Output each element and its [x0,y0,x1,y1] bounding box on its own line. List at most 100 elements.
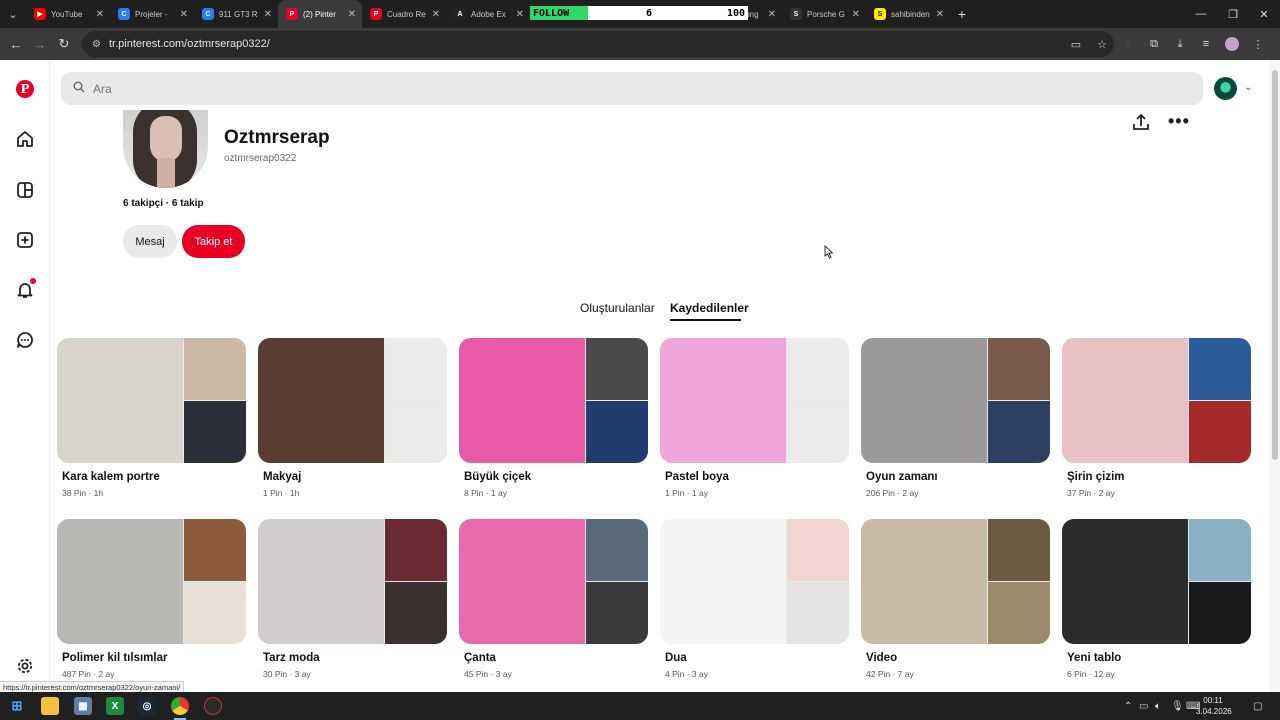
more-options-icon[interactable]: ••• [1168,112,1192,130]
board-title[interactable]: Tarz moda [263,652,447,664]
board-title[interactable]: Çanta [464,652,648,664]
board-card[interactable]: Video 42 Pin · 7 ay [861,519,1050,679]
messages-icon[interactable] [13,328,37,352]
board-cover[interactable] [861,338,1050,463]
browser-tab[interactable]: C 911 GT3 R ✕ [194,0,278,28]
board-card[interactable]: Büyük çiçek 8 Pin · 1 ay [459,338,648,498]
close-tab-icon[interactable]: ✕ [96,9,104,20]
browser-tab[interactable]: Ssahibinden ✕ [866,0,950,28]
browser-tab[interactable]: A Adobe Ex ✕ [446,0,530,28]
create-icon[interactable] [13,228,37,252]
reload-icon[interactable]: ↻ [52,32,76,56]
board-cover[interactable] [1062,338,1251,463]
board-title[interactable]: Pastel boya [665,471,849,483]
close-tab-icon[interactable]: ✕ [936,9,944,20]
board-cover[interactable] [1062,519,1251,644]
close-tab-icon[interactable]: ✕ [516,9,524,20]
board-title[interactable]: Yeni tablo [1067,652,1251,664]
follow-counts[interactable]: 6 takipçi · 6 takip [123,198,204,209]
board-title[interactable]: Polimer kil tılsımlar [62,652,246,664]
calculator-icon[interactable]: ▦ [74,697,92,715]
board-card[interactable]: Dua 4 Pin · 3 ay [660,519,849,679]
board-cover[interactable] [258,519,447,644]
browser-tab[interactable]: P Cuadro Re ✕ [362,0,446,28]
app-icon[interactable] [204,697,222,715]
share-icon[interactable] [1131,113,1151,131]
tab-search-icon[interactable]: ⌄ [0,0,26,28]
forward-icon[interactable]: → [28,32,52,56]
extensions-puzzle-icon[interactable]: ⧉ [1144,34,1164,54]
profile-avatar-icon[interactable] [1222,34,1242,54]
board-cover[interactable] [660,519,849,644]
board-cover[interactable] [459,519,648,644]
settings-gear-icon[interactable] [13,654,37,678]
browser-menu-icon[interactable]: ⋮ [1248,34,1268,54]
tab-created[interactable]: Oluşturulanlar [580,301,655,315]
account-avatar[interactable] [1214,77,1237,100]
volume-icon[interactable]: 🔈︎ [1155,692,1161,720]
chevron-down-icon[interactable]: ⌄ [1244,82,1252,93]
board-cover[interactable] [861,519,1050,644]
extension-icon[interactable]: ◌ [1118,34,1138,54]
board-card[interactable]: Pastel boya 1 Pin · 1 ay [660,338,849,498]
board-cover[interactable] [459,338,648,463]
close-tab-icon[interactable]: ✕ [852,9,860,20]
microphone-icon[interactable]: 🎙︎ [1171,692,1184,720]
board-title[interactable]: Dua [665,652,849,664]
board-title[interactable]: Kara kalem portre [62,471,246,483]
close-tab-icon[interactable]: ✕ [264,9,272,20]
new-tab-button[interactable]: + [950,6,974,22]
restore-icon[interactable]: ❐ [1217,0,1249,28]
board-cover[interactable] [258,338,447,463]
site-info-icon[interactable]: ⚙ [92,39,101,50]
close-window-icon[interactable]: ✕ [1248,0,1280,28]
board-title[interactable]: Büyük çiçek [464,471,648,483]
back-icon[interactable]: ← [4,32,28,56]
explore-icon[interactable] [13,178,37,202]
board-cover[interactable] [57,519,246,644]
browser-tab[interactable]: S Porsche G ✕ [782,0,866,28]
address-bar[interactable]: ⚙ tr.pinterest.com/oztmrserap0322/ [82,31,1114,57]
board-cover[interactable] [660,338,849,463]
scrollbar-thumb[interactable] [1272,70,1278,460]
reading-list-icon[interactable]: ≡ [1196,34,1216,54]
board-title[interactable]: Makyaj [263,471,447,483]
board-card[interactable]: Şirin çizim 37 Pin · 2 ay [1062,338,1251,498]
pinterest-logo-icon[interactable]: P [13,77,37,101]
message-button[interactable]: Mesaj [123,225,177,258]
board-card[interactable]: Kara kalem portre 38 Pin · 1h [57,338,246,498]
minimize-icon[interactable]: — [1185,0,1217,28]
steam-icon[interactable]: ◎ [138,697,156,715]
chrome-icon[interactable] [171,697,189,715]
system-clock[interactable]: 00:11 3.04.2026 [1196,695,1232,717]
board-card[interactable]: Çanta 45 Pin · 3 ay [459,519,648,679]
search-input[interactable]: Ara [61,72,1203,105]
board-card[interactable]: Tarz moda 30 Pin · 3 ay [258,519,447,679]
browser-tab[interactable]: ▶ YouTube ✕ [26,0,110,28]
excel-icon[interactable]: X [106,697,124,715]
windows-start-icon[interactable]: ⊞ [8,697,26,715]
notification-center-icon[interactable]: ▢ [1253,692,1262,720]
home-icon[interactable] [13,127,37,151]
network-icon[interactable]: ▭ [1139,692,1148,720]
board-card[interactable]: Makyaj 1 Pin · 1h [258,338,447,498]
board-cover[interactable] [57,338,246,463]
tray-chevron-icon[interactable]: ⌃ [1124,692,1132,720]
board-title[interactable]: Video [866,652,1050,664]
file-explorer-icon[interactable] [41,697,59,715]
board-card[interactable]: Yeni tablo 6 Pin · 12 ay [1062,519,1251,679]
bookmark-star-icon[interactable]: ☆ [1092,34,1112,54]
board-card[interactable]: Polimer kil tılsımlar 487 Pin · 2 ay [57,519,246,679]
download-icon[interactable]: ⤓ [1170,34,1190,54]
close-tab-icon[interactable]: ✕ [432,9,440,20]
board-title[interactable]: Oyun zamanı [866,471,1050,483]
cast-icon[interactable]: ▭ [1066,34,1086,54]
follow-button[interactable]: Takip et [182,225,245,258]
tab-saved[interactable]: Kaydedilenler [670,301,749,315]
board-card[interactable]: Oyun zamanı 206 Pin · 2 ay [861,338,1050,498]
close-tab-icon[interactable]: ✕ [180,9,188,20]
close-tab-icon[interactable]: ✕ [768,9,776,20]
browser-tab[interactable]: P (2) Pinter ✕ [278,0,362,28]
browser-tab[interactable]: C Projeler - ✕ [110,0,194,28]
board-title[interactable]: Şirin çizim [1067,471,1251,483]
